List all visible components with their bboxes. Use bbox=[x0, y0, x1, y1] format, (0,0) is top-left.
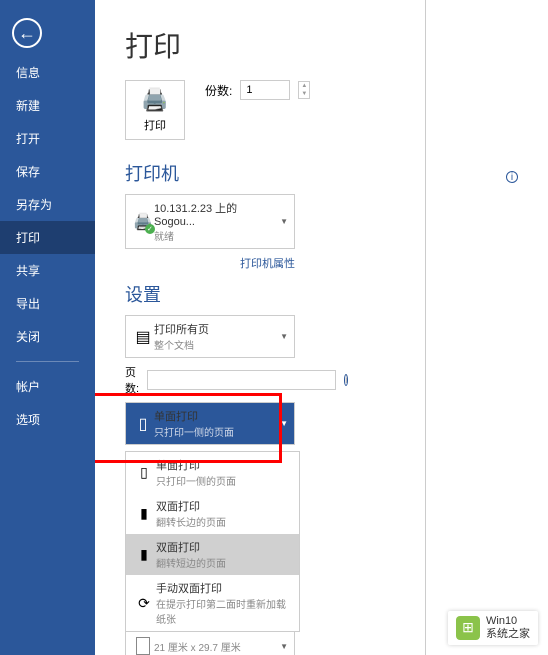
info-icon[interactable]: i bbox=[506, 171, 518, 183]
opt-title: 双面打印 bbox=[156, 498, 293, 514]
nav-share[interactable]: 共享 bbox=[0, 254, 95, 287]
option-duplex-short[interactable]: ▮ 双面打印 翻转短边的页面 bbox=[126, 534, 299, 575]
printer-status: 就绪 bbox=[154, 228, 276, 243]
print-range-sub: 整个文档 bbox=[154, 337, 276, 352]
windows-icon: ⊞ bbox=[456, 616, 480, 640]
page-title: 打印 bbox=[125, 25, 518, 65]
nav-account[interactable]: 帐户 bbox=[0, 370, 95, 403]
duplex-icon: ▮ bbox=[140, 505, 148, 522]
opt-sub: 在提示打印第二面时重新加载纸张 bbox=[156, 596, 293, 626]
printer-status-icon: 🖨️✓ bbox=[133, 212, 153, 232]
pages-label: 页数: bbox=[125, 364, 139, 396]
sides-title: 单面打印 bbox=[154, 408, 276, 424]
copies-label: 份数: bbox=[205, 82, 232, 99]
sides-sub: 只打印一侧的页面 bbox=[154, 424, 276, 439]
back-button[interactable]: ← bbox=[12, 18, 42, 48]
document-icon: ▤ bbox=[135, 327, 150, 347]
nav-info[interactable]: 信息 bbox=[0, 56, 95, 89]
back-arrow-icon: ← bbox=[18, 23, 36, 44]
settings-section-title: 设置 bbox=[125, 281, 518, 307]
opt-sub: 翻转短边的页面 bbox=[156, 555, 293, 570]
opt-title: 双面打印 bbox=[156, 539, 293, 555]
copies-down[interactable]: ▼ bbox=[299, 90, 309, 98]
sides-dropdown-list: ▯ 单面打印 只打印一侧的页面 ▮ 双面打印 翻转长边的页面 ▮ 双面打印 翻转… bbox=[125, 451, 300, 632]
printer-section-title: 打印机 bbox=[125, 160, 179, 186]
chevron-down-icon: ▼ bbox=[276, 642, 288, 651]
print-button[interactable]: 🖨️ 打印 bbox=[125, 80, 185, 140]
watermark-line1: Win10 bbox=[486, 615, 530, 628]
nav-saveas[interactable]: 另存为 bbox=[0, 188, 95, 221]
printer-select[interactable]: 🖨️✓ 10.131.2.23 上的 Sogou... 就绪 ▼ bbox=[125, 194, 295, 249]
chevron-down-icon: ▼ bbox=[276, 419, 288, 428]
copies-up[interactable]: ▲ bbox=[299, 82, 309, 90]
pages-input[interactable] bbox=[147, 370, 336, 390]
nav-print[interactable]: 打印 bbox=[0, 221, 95, 254]
opt-sub: 只打印一侧的页面 bbox=[156, 473, 293, 488]
page-icon: ▯ bbox=[139, 414, 148, 434]
option-single-side[interactable]: ▯ 单面打印 只打印一侧的页面 bbox=[126, 452, 299, 493]
printer-name: 10.131.2.23 上的 Sogou... bbox=[154, 200, 276, 228]
paper-icon bbox=[136, 637, 150, 655]
chevron-down-icon: ▼ bbox=[276, 217, 288, 226]
nav-new[interactable]: 新建 bbox=[0, 89, 95, 122]
nav-export[interactable]: 导出 bbox=[0, 287, 95, 320]
print-range-select[interactable]: ▤ 打印所有页 整个文档 ▼ bbox=[125, 315, 295, 358]
nav-options[interactable]: 选项 bbox=[0, 403, 95, 436]
opt-title: 单面打印 bbox=[156, 457, 293, 473]
info-icon[interactable]: i bbox=[344, 374, 348, 386]
nav-open[interactable]: 打开 bbox=[0, 122, 95, 155]
sides-select[interactable]: ▯ 单面打印 只打印一侧的页面 ▼ bbox=[125, 402, 295, 445]
copies-input[interactable] bbox=[240, 80, 290, 100]
printer-icon: 🖨️ bbox=[141, 87, 168, 113]
page-icon: ▯ bbox=[140, 464, 148, 481]
nav-save[interactable]: 保存 bbox=[0, 155, 95, 188]
duplex-icon: ▮ bbox=[140, 546, 148, 563]
manual-icon: ⟳ bbox=[138, 595, 150, 612]
nav-close[interactable]: 关闭 bbox=[0, 320, 95, 353]
print-range-title: 打印所有页 bbox=[154, 321, 276, 337]
print-button-label: 打印 bbox=[144, 117, 166, 133]
opt-title: 手动双面打印 bbox=[156, 580, 293, 596]
paper-sub: 21 厘米 x 29.7 厘米 bbox=[154, 639, 276, 654]
option-duplex-long[interactable]: ▮ 双面打印 翻转长边的页面 bbox=[126, 493, 299, 534]
watermark-line2: 系统之家 bbox=[486, 628, 530, 641]
watermark: ⊞ Win10 系统之家 bbox=[448, 611, 538, 645]
option-manual-duplex[interactable]: ⟳ 手动双面打印 在提示打印第二面时重新加载纸张 bbox=[126, 575, 299, 631]
chevron-down-icon: ▼ bbox=[276, 332, 288, 341]
paper-size-select[interactable]: 21 厘米 x 29.7 厘米 ▼ bbox=[125, 631, 295, 655]
opt-sub: 翻转长边的页面 bbox=[156, 514, 293, 529]
printer-properties-link[interactable]: 打印机属性 bbox=[125, 255, 295, 271]
